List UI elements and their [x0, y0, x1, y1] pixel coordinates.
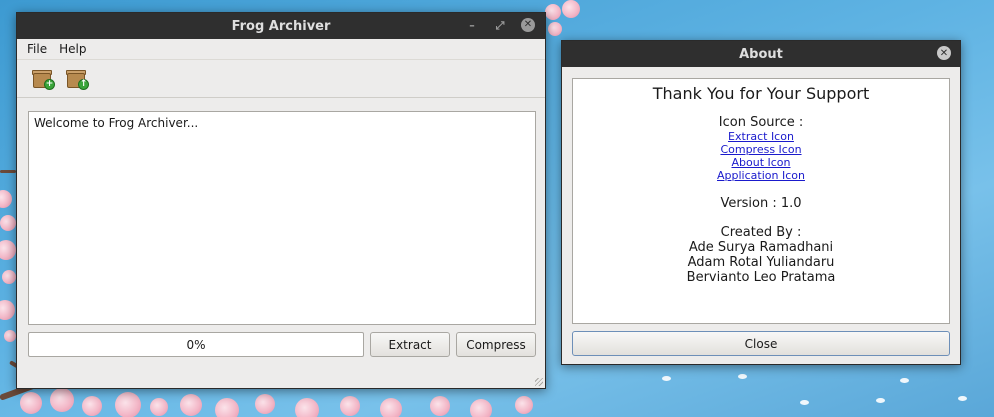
about-close-icon[interactable]: ✕	[937, 46, 951, 60]
icon-source-label: Icon Source :	[718, 115, 804, 130]
toolbar: + ↑	[17, 60, 545, 98]
about-content: Thank You for Your Support Icon Source :…	[572, 78, 950, 324]
progress-bar: 0%	[28, 332, 364, 357]
about-close-button[interactable]: Close	[572, 331, 950, 356]
version-text: Version : 1.0	[720, 196, 802, 211]
log-output[interactable]: Welcome to Frog Archiver...	[28, 111, 536, 325]
menu-file[interactable]: File	[21, 42, 53, 56]
close-button[interactable]: ✕	[521, 18, 535, 32]
extract-button[interactable]: Extract	[370, 332, 450, 357]
window-title: Frog Archiver	[231, 18, 331, 34]
about-title: About	[739, 46, 783, 62]
resize-grip[interactable]	[535, 378, 543, 386]
author-1: Ade Surya Ramadhani	[688, 240, 834, 255]
link-application-icon[interactable]: Application Icon	[573, 169, 949, 182]
maximize-button[interactable]: ⤢	[493, 18, 507, 32]
about-heading: Thank You for Your Support	[652, 84, 870, 103]
menu-help[interactable]: Help	[53, 42, 92, 56]
compress-button[interactable]: Compress	[456, 332, 536, 357]
created-by-label: Created By :	[720, 225, 802, 240]
main-titlebar[interactable]: Frog Archiver – ⤢ ✕	[17, 13, 545, 39]
minimize-button[interactable]: –	[465, 18, 479, 32]
about-window: About ✕ Thank You for Your Support Icon …	[561, 40, 961, 365]
link-extract-icon[interactable]: Extract Icon	[573, 130, 949, 143]
main-window: Frog Archiver – ⤢ ✕ File Help + ↑ Welcom…	[16, 12, 546, 389]
extract-archive-icon[interactable]: +	[31, 67, 55, 91]
link-compress-icon[interactable]: Compress Icon	[573, 143, 949, 156]
about-titlebar[interactable]: About ✕	[562, 41, 960, 67]
log-text: Welcome to Frog Archiver...	[34, 116, 199, 130]
author-2: Adam Rotal Yuliandaru	[687, 255, 835, 270]
link-about-icon[interactable]: About Icon	[573, 156, 949, 169]
window-controls: – ⤢ ✕	[465, 18, 535, 32]
author-3: Bervianto Leo Pratama	[686, 270, 836, 285]
menu-bar: File Help	[17, 39, 545, 60]
compress-archive-icon[interactable]: ↑	[65, 67, 89, 91]
progress-label: 0%	[186, 337, 206, 352]
